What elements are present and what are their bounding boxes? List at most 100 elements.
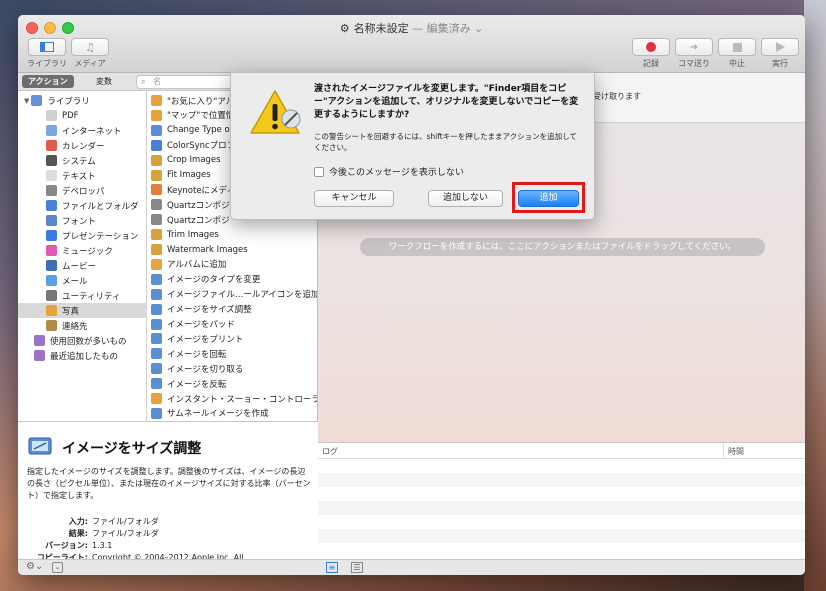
library-item[interactable]: ▼ ライブラリ <box>18 93 147 108</box>
description-panel: イメージをサイズ調整 指定したイメージのサイズを調整します。調整後のサイズは、イ… <box>18 421 318 574</box>
field-key: 結果: <box>68 529 88 538</box>
library-item[interactable]: ユーティリティ <box>18 288 147 303</box>
library-item-label: 使用回数が多いもの <box>50 336 127 347</box>
action-item-label: Quartzコンポジ <box>167 215 230 226</box>
library-item[interactable]: 最近追加したもの <box>18 348 147 363</box>
time-column-header[interactable]: 時間 <box>728 446 744 457</box>
library-item[interactable]: ミュージック <box>18 243 147 258</box>
stop-button[interactable] <box>718 38 756 56</box>
disclosure-triangle-icon[interactable]: ▼ <box>24 97 29 105</box>
action-icon <box>151 333 162 345</box>
stop-icon <box>732 42 742 52</box>
library-item[interactable]: 連絡先 <box>18 318 147 333</box>
action-item-label: イメージファイル…ールアイコンを追加 <box>167 290 318 301</box>
action-item[interactable]: イメージをパッド <box>147 317 317 332</box>
action-icon <box>151 393 162 404</box>
library-item-label: 連絡先 <box>62 321 88 332</box>
action-item[interactable]: イメージを反転 <box>147 376 317 391</box>
tab-actions[interactable]: アクション <box>22 75 74 88</box>
library-item-label: プレゼンテーション <box>62 231 139 242</box>
category-icon <box>46 140 57 151</box>
library-item[interactable]: カレンダー <box>18 138 147 153</box>
action-item[interactable]: サムネールイメージを作成 <box>147 406 317 421</box>
library-item-label: ファイルとフォルダ <box>62 201 139 212</box>
gear-icon[interactable]: ⚙⌄ <box>26 561 43 572</box>
dialog-message: この警告シートを回避するには、shiftキーを押したままアクションを追加してくだ… <box>314 132 577 152</box>
window-subtitle: — 編集済み ⌄ <box>412 22 484 35</box>
description-text: 指定したイメージのサイズを調整します。調整後のサイズは、イメージの長辺の長さ（ピ… <box>27 467 311 500</box>
record-button[interactable] <box>632 38 670 56</box>
action-item[interactable]: イメージを回転 <box>147 346 317 361</box>
library-item-label: テキスト <box>62 171 96 182</box>
action-item[interactable]: イメージを切り取る <box>147 361 317 376</box>
dont-add-button[interactable]: 追加しない <box>428 190 503 207</box>
action-item-label: Change Type o <box>167 125 230 136</box>
action-item-label: Keynoteにメディ <box>167 185 235 196</box>
action-item-label: インスタント・スーョー・コントローラ <box>167 394 318 405</box>
library-item[interactable]: 使用回数が多いもの <box>18 333 147 348</box>
library-item[interactable]: PDF <box>18 108 147 123</box>
music-icon: ♫ <box>85 40 95 54</box>
search-icon: ⌕ <box>141 77 146 86</box>
dialog-title: 渡されたイメージファイルを変更します。"Finder項目をコピー"アクションを追… <box>314 84 579 120</box>
category-icon <box>46 275 57 286</box>
library-item[interactable]: ファイルとフォルダ <box>18 198 147 213</box>
split-view-icon[interactable]: ☰ <box>351 562 363 573</box>
field-value: 1.3.1 <box>92 541 113 550</box>
action-item-label: イメージのタイプを変更 <box>167 275 261 286</box>
cancel-button[interactable]: キャンセル <box>314 190 394 207</box>
action-item[interactable]: イメージのタイプを変更 <box>147 272 317 287</box>
action-icon <box>151 95 162 106</box>
library-item-label: PDF <box>62 110 79 121</box>
library-item[interactable]: メール <box>18 273 147 288</box>
library-item[interactable]: テキスト <box>18 168 147 183</box>
tab-variables[interactable]: 変数 <box>90 75 118 88</box>
list-view-icon[interactable]: ≡ <box>326 562 338 573</box>
action-item-label: イメージを反転 <box>167 379 227 390</box>
media-button[interactable]: ♫ <box>71 38 109 56</box>
library-item[interactable]: デベロッパ <box>18 183 147 198</box>
step-button[interactable]: ➜ <box>675 38 713 56</box>
play-icon <box>775 42 785 52</box>
library-item-label: デベロッパ <box>62 186 105 197</box>
action-item-label: イメージを回転 <box>167 349 227 360</box>
action-item-label: サムネールイメージを作成 <box>167 409 269 420</box>
library-item-label: インターネット <box>62 126 122 137</box>
titlebar: ⚙ 名称未設定 — 編集済み ⌄ ライブラリ ♫ メディア 記録 ➜ コマ送り 中… <box>18 15 805 73</box>
library-item[interactable]: フォント <box>18 213 147 228</box>
library-icon <box>40 42 54 52</box>
action-icon <box>151 363 162 375</box>
library-item-label: 写真 <box>62 306 80 317</box>
log-row <box>318 473 805 487</box>
log-column-header[interactable]: ログ <box>322 446 338 457</box>
media-label: メディア <box>74 59 106 68</box>
library-item[interactable]: プレゼンテーション <box>18 228 147 243</box>
action-item[interactable]: イメージをプリント <box>147 331 317 346</box>
library-item[interactable]: システム <box>18 153 147 168</box>
action-item[interactable]: アルバムに追加 <box>147 257 317 272</box>
action-item-label: Crop Images <box>167 155 221 166</box>
action-item[interactable]: イメージをサイズ調整 <box>147 302 317 317</box>
dont-show-again-checkbox[interactable]: 今後このメッセージを表示しない <box>314 165 464 178</box>
action-icon <box>151 139 162 151</box>
description-toggle-icon[interactable]: ⌄ <box>52 562 63 573</box>
library-item[interactable]: 写真 <box>18 303 147 318</box>
action-item[interactable]: Watermark Images <box>147 242 317 257</box>
library-button[interactable] <box>28 38 66 56</box>
library-item[interactable]: ムービー <box>18 258 147 273</box>
action-item[interactable]: Trim Images <box>147 227 317 242</box>
automator-icon: ⚙ <box>339 22 350 35</box>
library-item-label: システム <box>62 156 96 167</box>
checkbox-box[interactable] <box>314 166 324 177</box>
action-item[interactable]: インスタント・スーョー・コントローラ <box>147 391 318 406</box>
action-icon <box>151 169 162 181</box>
category-icon <box>34 335 45 346</box>
run-button[interactable] <box>761 38 799 56</box>
library-item[interactable]: インターネット <box>18 123 147 138</box>
record-icon <box>646 42 656 52</box>
action-item-label: イメージをプリント <box>167 334 244 345</box>
category-icon <box>46 245 57 256</box>
action-icon <box>151 244 162 255</box>
category-icon <box>46 260 57 271</box>
action-item[interactable]: イメージファイル…ールアイコンを追加 <box>147 287 318 302</box>
